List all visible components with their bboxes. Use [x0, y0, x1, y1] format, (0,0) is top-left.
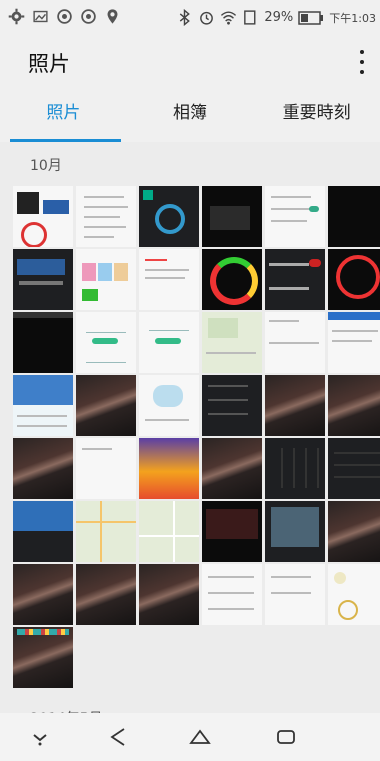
page-title: 照片 [28, 52, 70, 76]
photo-thumbnail[interactable] [265, 186, 325, 247]
battery-percent: 29% [264, 10, 294, 25]
photo-thumbnail[interactable] [13, 375, 73, 436]
back-icon[interactable] [106, 725, 130, 749]
photo-thumbnail[interactable] [13, 564, 73, 625]
photo-thumbnail[interactable] [76, 375, 136, 436]
image-icon [33, 10, 48, 23]
settings-icon [8, 8, 25, 25]
home-icon[interactable] [188, 725, 212, 749]
photo-thumbnail[interactable] [328, 438, 380, 499]
photo-thumbnail[interactable] [139, 312, 199, 373]
wifi-icon [221, 11, 237, 25]
photo-thumbnail[interactable] [265, 375, 325, 436]
photo-thumbnail[interactable] [202, 501, 262, 562]
photo-thumbnail[interactable] [328, 375, 380, 436]
photo-thumbnail[interactable] [76, 186, 136, 247]
photo-thumbnail[interactable] [328, 501, 380, 562]
tab-moments[interactable]: 重要時刻 [253, 88, 380, 142]
photo-thumbnail[interactable] [13, 249, 73, 310]
photo-thumbnail[interactable] [76, 312, 136, 373]
more-options-icon[interactable] [358, 50, 366, 74]
photo-thumbnail[interactable] [139, 501, 199, 562]
chevron-down-icon[interactable] [28, 725, 52, 749]
data-icon [244, 10, 256, 25]
photo-thumbnail[interactable] [202, 249, 262, 310]
photo-thumbnail[interactable] [13, 438, 73, 499]
photo-thumbnail[interactable] [76, 564, 136, 625]
photo-thumbnail[interactable] [328, 249, 380, 310]
navigation-bar [0, 713, 380, 761]
photo-thumbnail[interactable] [265, 501, 325, 562]
photo-thumbnail[interactable] [76, 501, 136, 562]
photo-thumbnail[interactable] [202, 186, 262, 247]
photo-thumbnail[interactable] [265, 438, 325, 499]
alarm-icon [200, 11, 214, 25]
photo-thumbnail[interactable] [13, 312, 73, 373]
photo-thumbnail[interactable] [76, 249, 136, 310]
sync-icon [57, 9, 72, 24]
clock: 下午1:03 [329, 11, 376, 25]
tab-photos[interactable]: 照片 [0, 88, 127, 142]
photo-thumbnail[interactable] [139, 249, 199, 310]
photo-thumbnail[interactable] [265, 312, 325, 373]
photo-thumbnail[interactable] [76, 438, 136, 499]
photo-thumbnail[interactable] [202, 375, 262, 436]
photo-grid [13, 186, 380, 688]
photo-thumbnail[interactable] [13, 627, 73, 688]
photo-thumbnail[interactable] [13, 186, 73, 247]
sync-icon [81, 9, 96, 24]
location-icon [107, 9, 118, 24]
photo-thumbnail[interactable] [13, 501, 73, 562]
recents-icon[interactable] [274, 725, 298, 749]
status-bar: 29% 下午1:03 [0, 0, 380, 36]
photo-thumbnail[interactable] [265, 249, 325, 310]
photo-thumbnail[interactable] [328, 564, 380, 625]
photo-thumbnail[interactable] [328, 312, 380, 373]
photo-thumbnail[interactable] [139, 186, 199, 247]
photo-thumbnail[interactable] [139, 564, 199, 625]
tab-bar: 照片 相簿 重要時刻 [0, 88, 380, 142]
battery-icon [298, 10, 324, 25]
section-title: 10月 [30, 158, 62, 174]
photo-thumbnail[interactable] [139, 438, 199, 499]
app-bar: 照片 [0, 36, 380, 88]
photo-thumbnail[interactable] [328, 186, 380, 247]
photo-thumbnail[interactable] [139, 375, 199, 436]
photo-thumbnail[interactable] [202, 564, 262, 625]
photo-thumbnail[interactable] [202, 438, 262, 499]
bluetooth-icon [180, 9, 191, 26]
tab-albums[interactable]: 相簿 [127, 88, 254, 142]
photo-thumbnail[interactable] [265, 564, 325, 625]
photo-thumbnail[interactable] [202, 312, 262, 373]
